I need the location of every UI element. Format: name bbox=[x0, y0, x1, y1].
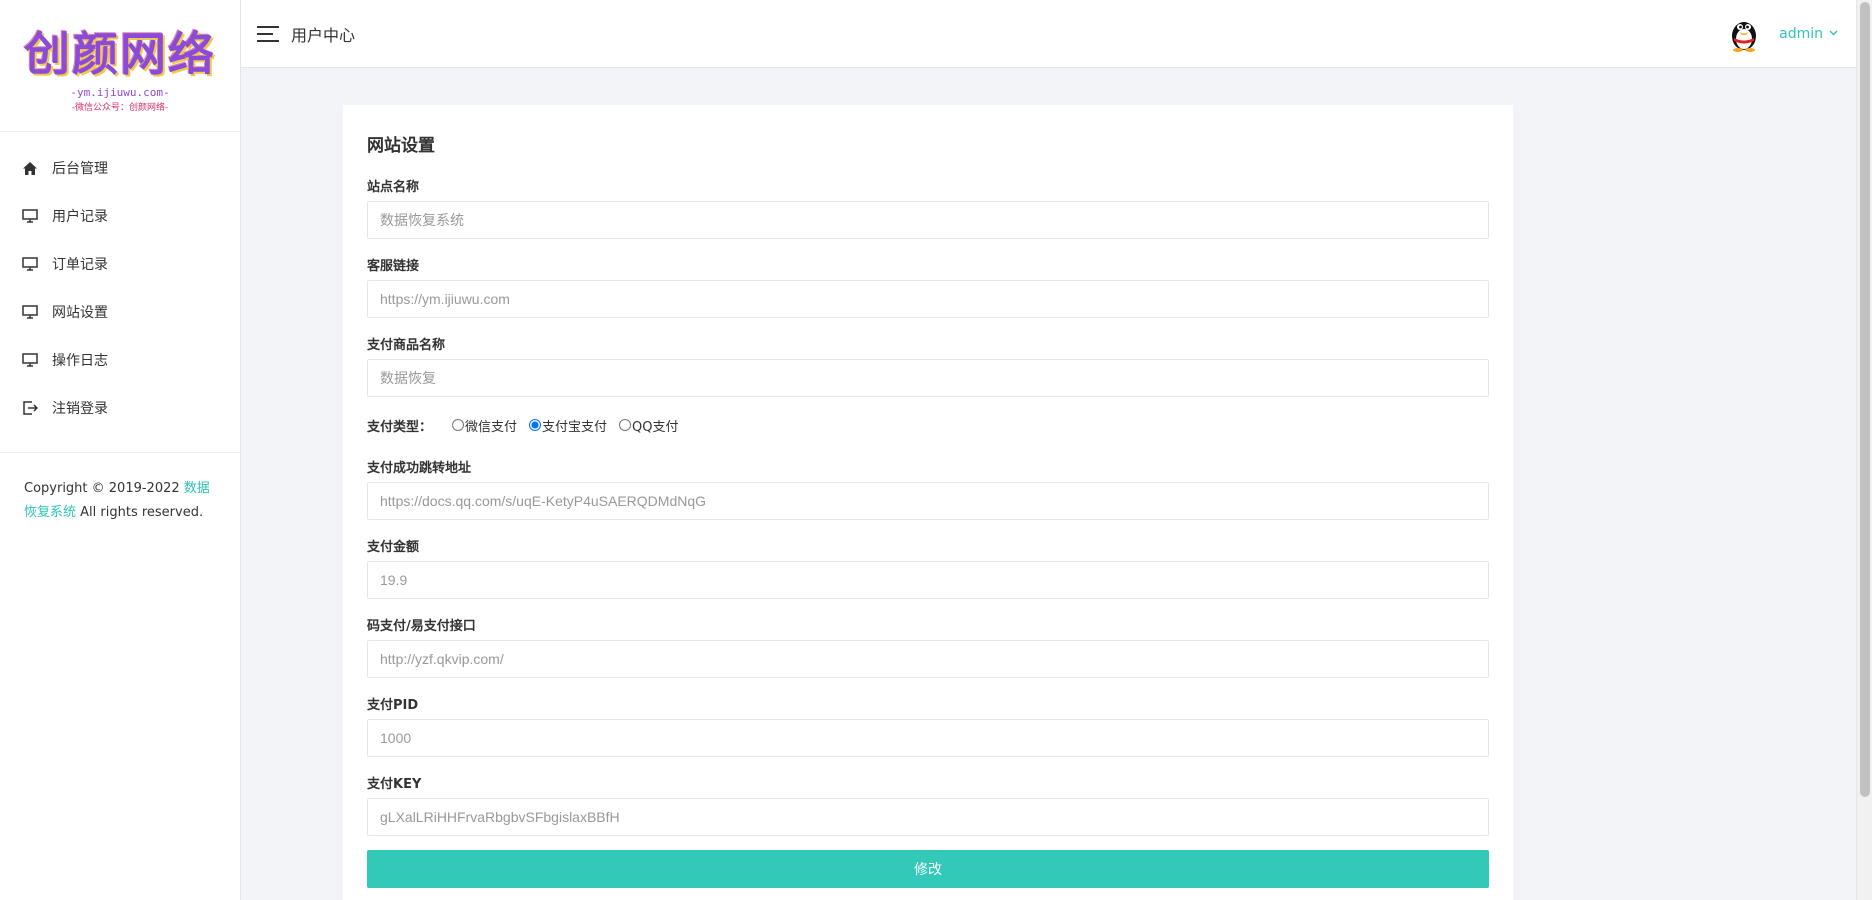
menu-toggle-icon[interactable] bbox=[257, 25, 279, 42]
logo-domain: -ym.ijiuwu.com- bbox=[70, 86, 170, 99]
success-url-field: 支付成功跳转地址 bbox=[367, 457, 1489, 520]
key-input[interactable] bbox=[367, 798, 1489, 836]
api-field: 码支付/易支付接口 bbox=[367, 615, 1489, 678]
sidebar-item-label: 用户记录 bbox=[52, 209, 108, 225]
user-area: admin bbox=[1729, 16, 1838, 52]
logo-text: 创颜网络 bbox=[24, 27, 216, 81]
pay-type-label: 支付类型： bbox=[367, 419, 433, 435]
monitor-icon bbox=[22, 304, 38, 320]
top-header: 用户中心 admin bbox=[241, 0, 1856, 68]
sidebar-item-label: 注销登录 bbox=[52, 401, 108, 417]
sidebar-item-label: 订单记录 bbox=[52, 257, 108, 273]
avatar[interactable] bbox=[1729, 16, 1759, 52]
success-url-label: 支付成功跳转地址 bbox=[367, 461, 472, 476]
radio-wechat[interactable] bbox=[452, 419, 465, 431]
radio-label: 微信支付 bbox=[465, 419, 518, 435]
monitor-icon bbox=[22, 352, 38, 368]
radio-qq[interactable] bbox=[619, 419, 632, 431]
sidebar-item-orders[interactable]: 订单记录 bbox=[0, 240, 240, 288]
radio-alipay[interactable] bbox=[529, 419, 542, 431]
service-link-input[interactable] bbox=[367, 280, 1489, 318]
logout-icon bbox=[22, 400, 38, 416]
key-field: 支付KEY bbox=[367, 773, 1489, 836]
user-menu[interactable]: admin bbox=[1779, 26, 1838, 42]
home-icon bbox=[22, 160, 38, 176]
page-title: 用户中心 bbox=[291, 25, 356, 45]
pay-type-option-wechat[interactable]: 微信支付 bbox=[452, 416, 517, 435]
site-name-label: 站点名称 bbox=[367, 180, 420, 195]
service-link-label: 客服链接 bbox=[367, 259, 420, 274]
copyright-suffix: All rights reserved. bbox=[76, 505, 204, 520]
sidebar-item-logs[interactable]: 操作日志 bbox=[0, 336, 240, 384]
sidebar-item-dashboard[interactable]: 后台管理 bbox=[0, 144, 240, 192]
pay-type-option-qq[interactable]: QQ支付 bbox=[619, 416, 679, 435]
service-link-field: 客服链接 bbox=[367, 255, 1489, 318]
sidebar: 创颜网络 -ym.ijiuwu.com- -微信公众号：创颜网络- 后台管理 用… bbox=[0, 0, 241, 900]
amount-label: 支付金额 bbox=[367, 540, 420, 555]
pid-label: 支付PID bbox=[367, 698, 419, 713]
amount-input[interactable] bbox=[367, 561, 1489, 599]
pay-type-group: 支付类型： 微信支付 支付宝支付 QQ支付 bbox=[367, 413, 1489, 437]
settings-card: 网站设置 站点名称 客服链接 支付商品名称 支付类型： 微信支付 支付宝支付 Q… bbox=[343, 105, 1513, 900]
scrollbar-thumb[interactable] bbox=[1860, 2, 1870, 797]
sidebar-item-label: 操作日志 bbox=[52, 353, 108, 369]
monitor-icon bbox=[22, 256, 38, 272]
api-input[interactable] bbox=[367, 640, 1489, 678]
key-label: 支付KEY bbox=[367, 777, 422, 792]
sidebar-item-users[interactable]: 用户记录 bbox=[0, 192, 240, 240]
product-name-input[interactable] bbox=[367, 359, 1489, 397]
radio-label: QQ支付 bbox=[632, 419, 679, 435]
pid-input[interactable] bbox=[367, 719, 1489, 757]
logo-subtitle: -微信公众号：创颜网络- bbox=[71, 103, 169, 113]
logo[interactable]: 创颜网络 -ym.ijiuwu.com- -微信公众号：创颜网络- bbox=[0, 0, 240, 132]
sidebar-item-label: 后台管理 bbox=[52, 161, 108, 177]
card-title: 网站设置 bbox=[367, 136, 435, 156]
chevron-down-icon bbox=[1829, 28, 1838, 39]
product-name-field: 支付商品名称 bbox=[367, 334, 1489, 397]
sidebar-item-logout[interactable]: 注销登录 bbox=[0, 384, 240, 432]
api-label: 码支付/易支付接口 bbox=[367, 619, 476, 634]
pay-type-option-alipay[interactable]: 支付宝支付 bbox=[529, 416, 607, 435]
username: admin bbox=[1779, 25, 1823, 42]
sidebar-item-label: 网站设置 bbox=[52, 305, 108, 321]
site-name-field: 站点名称 bbox=[367, 176, 1489, 239]
radio-label: 支付宝支付 bbox=[542, 419, 608, 435]
amount-field: 支付金额 bbox=[367, 536, 1489, 599]
page-scrollbar[interactable] bbox=[1856, 0, 1872, 900]
sidebar-item-settings[interactable]: 网站设置 bbox=[0, 288, 240, 336]
pid-field: 支付PID bbox=[367, 694, 1489, 757]
submit-button[interactable]: 修改 bbox=[367, 850, 1489, 888]
monitor-icon bbox=[22, 208, 38, 224]
product-name-label: 支付商品名称 bbox=[367, 338, 446, 353]
copyright-prefix: Copyright © 2019-2022 bbox=[24, 481, 184, 496]
site-name-input[interactable] bbox=[367, 201, 1489, 239]
copyright: Copyright © 2019-2022 数据恢复系统 All rights … bbox=[0, 452, 240, 525]
success-url-input[interactable] bbox=[367, 482, 1489, 520]
sidebar-nav: 后台管理 用户记录 订单记录 网站设置 操作日志 注销登录 bbox=[0, 132, 240, 432]
